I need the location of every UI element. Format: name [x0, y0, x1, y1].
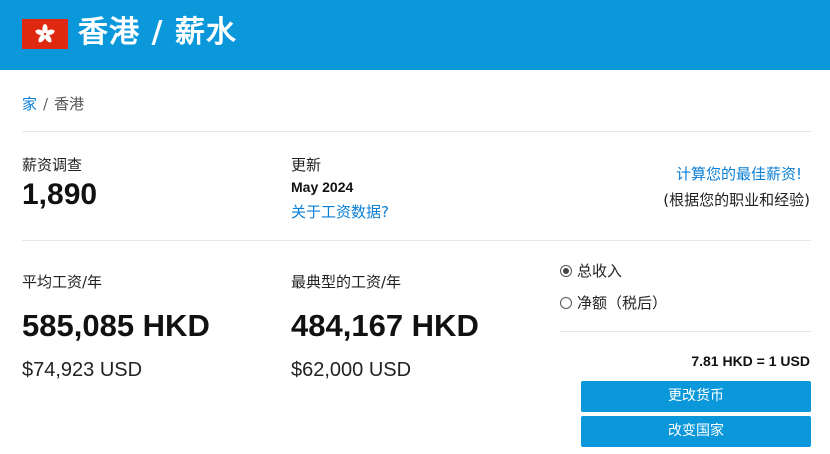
updated-date: May 2024 — [291, 179, 354, 195]
change-country-button[interactable]: 改变国家 — [581, 416, 811, 447]
hong-kong-flag-icon — [22, 19, 68, 49]
survey-count: 1,890 — [22, 178, 98, 211]
page-title: 香港 / 薪水 — [78, 15, 237, 50]
divider — [22, 131, 811, 132]
survey-label: 薪资调查 — [22, 156, 83, 174]
calculate-salary-link[interactable]: 计算您的最佳薪资! — [676, 164, 802, 184]
radio-net-income[interactable]: 净额（税后） — [560, 293, 667, 313]
calculate-salary-subtext: (根据您的职业和经验) — [663, 191, 810, 209]
radio-gross-income[interactable]: 总收入 — [560, 261, 622, 281]
breadcrumb-current: 香港 — [54, 95, 85, 113]
radio-button-unchecked[interactable] — [560, 297, 572, 309]
breadcrumb: 家 / 香港 — [22, 94, 84, 114]
breadcrumb-separator: / — [43, 95, 49, 113]
exchange-rate: 7.81 HKD = 1 USD — [691, 353, 810, 369]
change-currency-button[interactable]: 更改货币 — [581, 381, 811, 412]
radio-net-label: 净额（税后） — [577, 294, 668, 312]
typical-salary-hkd: 484,167 HKD — [291, 308, 479, 343]
divider — [560, 331, 811, 332]
radio-gross-label: 总收入 — [577, 262, 623, 280]
average-salary-label: 平均工资/年 — [22, 273, 103, 291]
breadcrumb-home-link[interactable]: 家 — [22, 95, 37, 113]
typical-salary-usd: $62,000 USD — [291, 359, 412, 381]
typical-salary-label: 最典型的工资/年 — [291, 273, 402, 291]
updated-label: 更新 — [291, 156, 322, 174]
radio-button-checked[interactable] — [560, 265, 572, 277]
about-salary-data-link[interactable]: 关于工资数据? — [291, 202, 389, 222]
average-salary-hkd: 585,085 HKD — [22, 308, 210, 343]
average-salary-usd: $74,923 USD — [22, 359, 143, 381]
divider — [22, 240, 811, 241]
page-header: 香港 / 薪水 — [0, 0, 830, 70]
